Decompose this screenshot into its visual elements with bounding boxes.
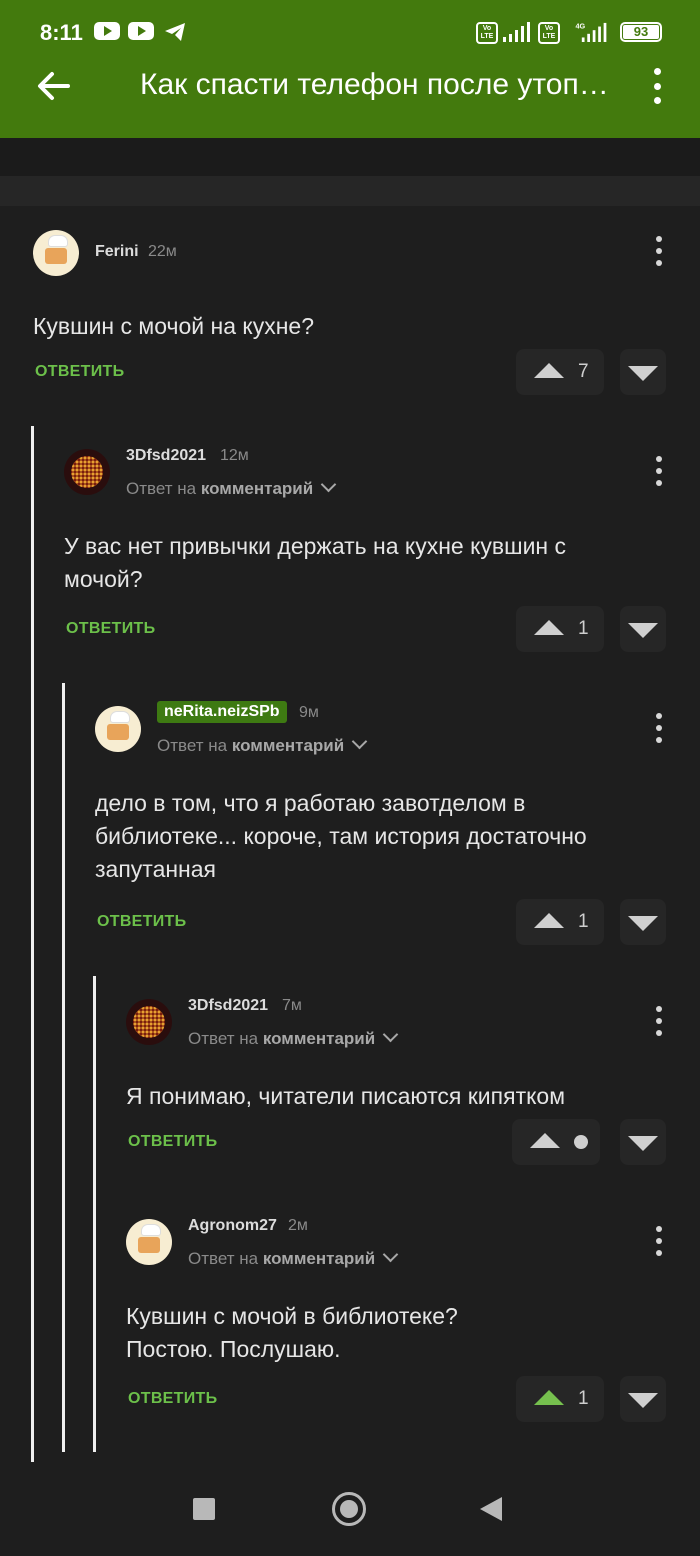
comment-menu-button[interactable] (648, 713, 670, 743)
comment-text: Кувшин с мочой в библиотеке? Постою. Пос… (126, 1303, 458, 1362)
reply-prefix: Ответ на (188, 1029, 259, 1048)
arrow-down-icon (628, 623, 658, 638)
volte-icon: Vo LTE (538, 22, 560, 44)
comment-text: Я понимаю, читатели писаются кипятком (126, 1083, 566, 1109)
reply-prefix: Ответ на (126, 479, 197, 498)
reply-button[interactable]: ОТВЕТИТЬ (128, 1390, 217, 1408)
divider-band (0, 176, 700, 206)
comment-age: 7м (282, 997, 302, 1014)
comment-age: 12м (220, 447, 249, 464)
comment-age: 22м (148, 243, 177, 260)
comment-text: Кувшин с мочой на кухне? (33, 313, 314, 339)
rating-hidden-dot (574, 1135, 588, 1149)
reply-button[interactable]: ОТВЕТИТЬ (128, 1133, 217, 1151)
comment-menu-button[interactable] (648, 1226, 670, 1256)
arrow-down-icon (628, 916, 658, 931)
reply-target: комментарий (231, 736, 345, 755)
comment-author[interactable]: 3Dfsd2021 (126, 447, 206, 465)
reply-prefix: Ответ на (188, 1249, 259, 1268)
arrow-up-icon (534, 913, 564, 928)
arrow-up-icon (534, 363, 564, 378)
reply-button[interactable]: ОТВЕТИТЬ (97, 913, 186, 931)
youtube-icon (128, 22, 154, 40)
more-menu-button[interactable] (646, 68, 668, 104)
chevron-down-icon (382, 1246, 399, 1263)
comment-menu-button[interactable] (648, 1006, 670, 1036)
downvote-button[interactable] (620, 349, 666, 395)
avatar[interactable] (33, 230, 79, 276)
reply-target: комментарий (262, 1029, 376, 1048)
arrow-down-icon (628, 1136, 658, 1151)
reply-button[interactable]: ОТВЕТИТЬ (35, 363, 124, 381)
avatar[interactable] (64, 449, 110, 495)
back-icon[interactable] (480, 1497, 502, 1521)
downvote-button[interactable] (620, 606, 666, 652)
thread-line (62, 683, 65, 1452)
comment-text: дело в том, что я работаю завотделом в б… (95, 790, 587, 882)
avatar[interactable] (126, 999, 172, 1045)
svg-text:4G: 4G (575, 22, 585, 30)
reply-to-link[interactable]: Ответ на комментарий (188, 1026, 399, 1049)
downvote-button[interactable] (620, 899, 666, 945)
reply-to-link[interactable]: Ответ на комментарий (126, 476, 337, 499)
status-time: 8:11 (40, 20, 83, 45)
telegram-icon (165, 23, 185, 41)
thread-line (31, 426, 34, 1462)
thread-line (93, 976, 96, 1452)
volte-icon: Vo LTE (476, 22, 498, 44)
avatar[interactable] (95, 706, 141, 752)
system-nav-bar (0, 1462, 700, 1556)
battery-level: 93 (623, 25, 659, 39)
comment-menu-button[interactable] (648, 456, 670, 486)
app-bar: 8:11 Vo LTE Vo LTE 4G 93 Как спасти телефо… (0, 0, 700, 138)
avatar[interactable] (126, 1219, 172, 1265)
arrow-down-icon (628, 366, 658, 381)
status-bar: 8:11 Vo LTE Vo LTE 4G 93 (0, 0, 700, 64)
upvote-button[interactable]: 1 (516, 1376, 604, 1422)
arrow-up-icon (534, 1390, 564, 1405)
rating-count: 7 (578, 361, 589, 382)
comment-author[interactable]: neRita.neizSPb (157, 701, 287, 723)
upvote-button[interactable]: 7 (516, 349, 604, 395)
signal-icon (503, 22, 530, 42)
downvote-button[interactable] (620, 1119, 666, 1165)
reply-prefix: Ответ на (157, 736, 228, 755)
chevron-down-icon (351, 733, 368, 750)
upvote-button[interactable]: 1 (516, 899, 604, 945)
battery-icon: 93 (620, 22, 662, 42)
comment-author[interactable]: 3Dfsd2021 (188, 997, 268, 1015)
reply-to-link[interactable]: Ответ на комментарий (188, 1246, 399, 1269)
rating-count: 1 (578, 1388, 589, 1409)
youtube-icon (94, 22, 120, 40)
divider-band (0, 138, 700, 176)
comment-author[interactable]: Ferini (95, 243, 139, 261)
chevron-down-icon (320, 476, 337, 493)
reply-target: комментарий (262, 1249, 376, 1268)
reply-button[interactable]: ОТВЕТИТЬ (66, 620, 155, 638)
comment-age: 2м (288, 1217, 308, 1234)
upvote-button[interactable]: 1 (516, 606, 604, 652)
arrow-down-icon (628, 1393, 658, 1408)
reply-to-link[interactable]: Ответ на комментарий (157, 733, 368, 756)
arrow-up-icon (534, 620, 564, 635)
back-button[interactable] (34, 66, 74, 106)
comment-text: У вас нет привычки держать на кухне кувш… (64, 533, 567, 592)
page-title: Как спасти телефон после утопления (140, 68, 610, 101)
arrow-up-icon (530, 1133, 560, 1148)
recent-apps-icon[interactable] (193, 1498, 215, 1520)
home-icon[interactable] (332, 1492, 366, 1526)
comment-age: 9м (299, 704, 319, 721)
signal-4g-icon: 4G (575, 22, 607, 42)
reply-target: комментарий (200, 479, 314, 498)
comment-menu-button[interactable] (648, 236, 670, 266)
rating-count: 1 (578, 911, 589, 932)
downvote-button[interactable] (620, 1376, 666, 1422)
upvote-button[interactable] (512, 1119, 600, 1165)
chevron-down-icon (382, 1026, 399, 1043)
rating-count: 1 (578, 618, 589, 639)
comment-author[interactable]: Agronom27 (188, 1217, 277, 1235)
